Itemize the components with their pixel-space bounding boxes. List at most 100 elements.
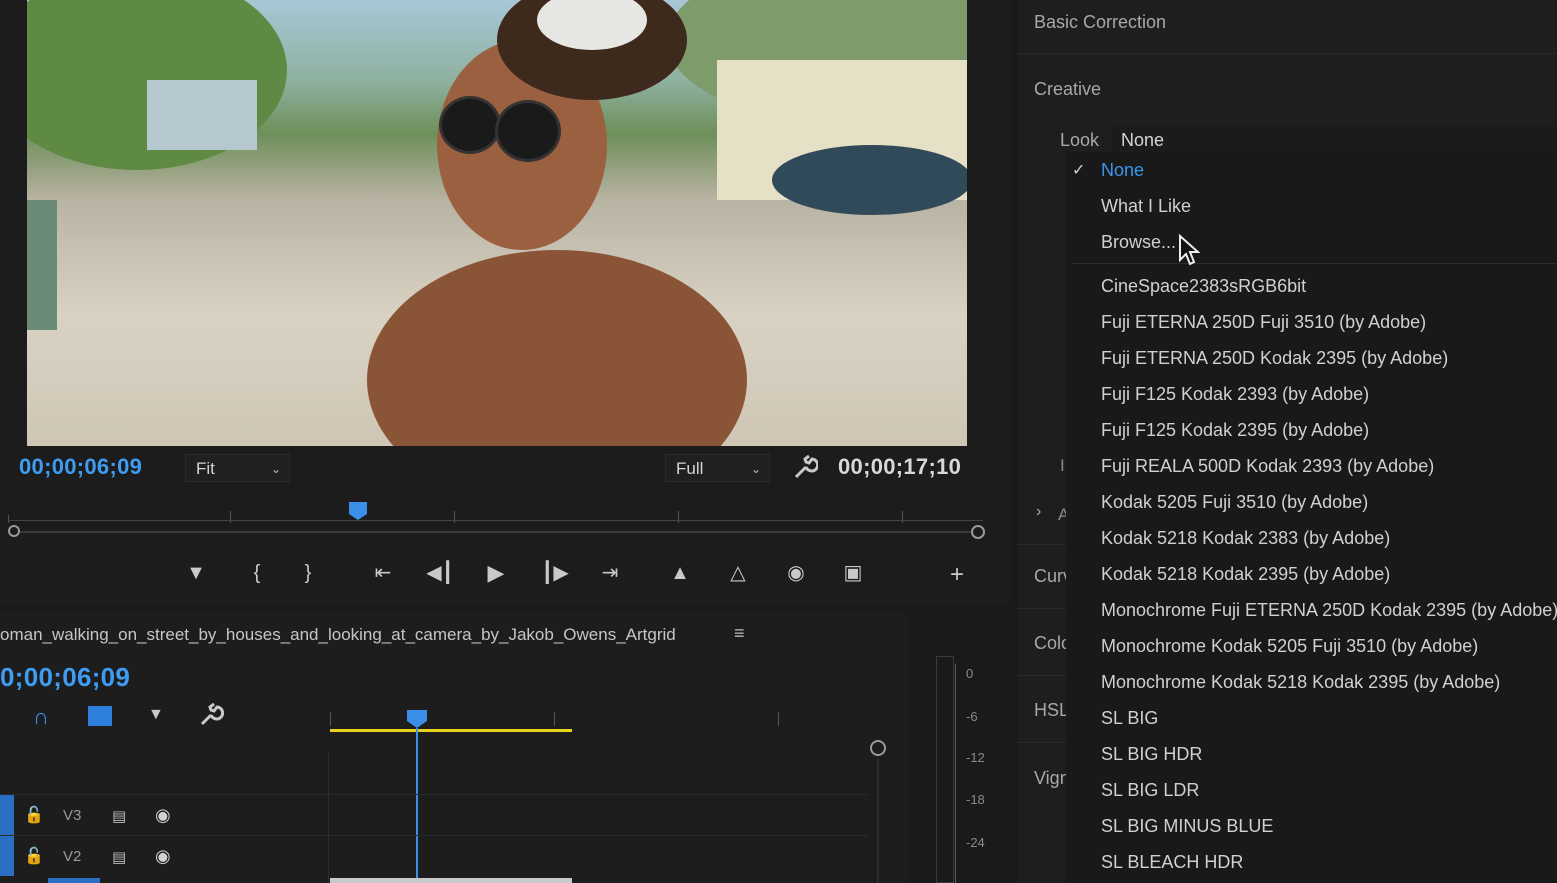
sync-lock-icon[interactable]: ▤: [112, 807, 126, 825]
panel-menu-icon[interactable]: ≡: [734, 623, 745, 644]
checkmark-icon: ✓: [1072, 162, 1086, 179]
sunglasses-left: [439, 96, 501, 154]
basic-correction-header[interactable]: Basic Correction: [1034, 12, 1166, 33]
step-forward-icon[interactable]: ┃▶: [540, 558, 570, 588]
sequence-tab[interactable]: oman_walking_on_street_by_houses_and_loo…: [0, 625, 676, 645]
db-label: 0: [966, 666, 974, 681]
vignette-header[interactable]: Vign: [1034, 768, 1070, 789]
track-label-v3: V3: [63, 807, 82, 824]
chevron-down-icon: ⌄: [270, 462, 281, 476]
timeline-panel: oman_walking_on_street_by_houses_and_loo…: [0, 612, 908, 883]
look-menu-item[interactable]: Kodak 5205 Fuji 3510 (by Adobe): [1101, 492, 1368, 513]
look-menu-item[interactable]: Monochrome Fuji ETERNA 250D Kodak 2395 (…: [1101, 600, 1557, 621]
timeline-settings-wrench-icon[interactable]: [198, 702, 225, 728]
duration-timecode: 00;00;17;10: [838, 454, 962, 479]
look-menu-item[interactable]: Monochrome Kodak 5205 Fuji 3510 (by Adob…: [1101, 636, 1478, 657]
look-label: Look: [1060, 130, 1100, 150]
snap-magnet-icon[interactable]: ∩: [33, 704, 49, 730]
add-marker-icon[interactable]: ▼: [181, 558, 211, 588]
look-menu-item[interactable]: Fuji ETERNA 250D Kodak 2395 (by Adobe): [1101, 348, 1448, 369]
zoom-handle-left[interactable]: [8, 525, 20, 537]
db-label: -24: [966, 835, 985, 850]
creative-header[interactable]: Creative: [1034, 79, 1101, 100]
play-icon[interactable]: ▶: [481, 558, 511, 588]
button-editor-plus-icon[interactable]: +: [942, 560, 972, 590]
look-menu-item[interactable]: Fuji ETERNA 250D Fuji 3510 (by Adobe): [1101, 312, 1426, 333]
db-label: -6: [966, 709, 978, 724]
lift-icon[interactable]: ▲: [665, 558, 695, 588]
look-menu-item[interactable]: None: [1101, 160, 1144, 181]
chevron-right-icon[interactable]: ›: [1036, 503, 1041, 521]
zoom-handle-right[interactable]: [971, 525, 985, 539]
settings-wrench-icon[interactable]: [792, 453, 820, 481]
bin: [27, 200, 57, 330]
lock-icon[interactable]: 🔓: [24, 846, 44, 866]
track-header-divider: [328, 752, 329, 883]
zoom-scrollbar[interactable]: [20, 531, 972, 533]
sync-lock-icon[interactable]: ▤: [112, 848, 126, 866]
look-menu-item[interactable]: SL BIG LDR: [1101, 780, 1199, 801]
video-frame: [27, 0, 967, 446]
mouse-cursor-icon: [1178, 233, 1201, 266]
db-label: -12: [966, 750, 985, 765]
meter-channel: [936, 656, 954, 883]
look-menu-item[interactable]: CineSpace2383sRGB6bit: [1101, 276, 1306, 297]
look-menu-item[interactable]: What I Like: [1101, 196, 1191, 217]
program-monitor: 00;00;06;09 Fit ⌄ Full ⌄ 00;00;17;10 ▼ {…: [0, 0, 1012, 605]
audio-meter: 0 -6 -12 -18 -24: [918, 612, 1010, 883]
export-frame-camera-icon[interactable]: ◉: [781, 558, 811, 588]
mark-in-icon[interactable]: {: [242, 558, 272, 588]
look-dropdown-menu: ✓ None What I Like Browse... CineSpace2383s…: [1066, 152, 1557, 883]
sunglasses-right: [495, 100, 561, 162]
look-menu-item[interactable]: SL BIG: [1101, 708, 1158, 729]
look-menu-item[interactable]: Kodak 5218 Kodak 2395 (by Adobe): [1101, 564, 1390, 585]
step-back-icon[interactable]: ◀┃: [425, 558, 455, 588]
person-shoulder: [367, 250, 747, 446]
track-indicator-bottom: [48, 878, 100, 883]
track-target-indicator[interactable]: [0, 795, 14, 835]
chevron-down-icon: ⌄: [750, 462, 761, 476]
monitor-time-ruler[interactable]: [8, 503, 983, 523]
eye-icon[interactable]: ◉: [155, 805, 171, 826]
current-timecode[interactable]: 00;00;06;09: [19, 454, 142, 480]
db-label: -18: [966, 792, 985, 807]
look-dropdown[interactable]: None: [1112, 126, 1557, 154]
lock-icon[interactable]: 🔓: [24, 805, 44, 825]
look-menu-item[interactable]: Monochrome Kodak 5218 Kodak 2395 (by Ado…: [1101, 672, 1500, 693]
mark-out-icon[interactable]: }: [293, 558, 323, 588]
comparison-view-icon[interactable]: ▣: [838, 558, 868, 588]
track-target-indicator[interactable]: [0, 836, 14, 876]
track-row-v2: 🔓 V2 ▤ ◉: [0, 835, 868, 876]
look-menu-item[interactable]: Kodak 5218 Kodak 2383 (by Adobe): [1101, 528, 1390, 549]
menu-separator: [1072, 263, 1557, 264]
resolution-dropdown-label: Full: [676, 459, 704, 478]
look-menu-item[interactable]: Browse...: [1101, 232, 1176, 253]
work-area-bar[interactable]: [330, 729, 572, 732]
fit-dropdown-label: Fit: [196, 459, 215, 478]
timeline-playhead-handle[interactable]: [406, 709, 428, 729]
partial-label: I: [1060, 456, 1065, 475]
look-menu-item[interactable]: Fuji REALA 500D Kodak 2393 (by Adobe): [1101, 456, 1434, 477]
eye-icon[interactable]: ◉: [155, 846, 171, 867]
look-menu-item[interactable]: Fuji F125 Kodak 2395 (by Adobe): [1101, 420, 1369, 441]
linked-selection-icon[interactable]: [88, 706, 112, 726]
look-menu-item[interactable]: SL BIG MINUS BLUE: [1101, 816, 1273, 837]
playhead-marker[interactable]: [348, 501, 368, 521]
hsl-header[interactable]: HSL: [1034, 700, 1069, 721]
timeline-timecode[interactable]: 0;00;06;09: [0, 662, 130, 693]
fit-dropdown[interactable]: Fit ⌄: [185, 454, 290, 482]
timeline-marker-icon[interactable]: ▼: [148, 706, 164, 724]
vertical-scrollbar[interactable]: [877, 758, 879, 883]
look-menu-item[interactable]: SL BLEACH HDR: [1101, 852, 1243, 873]
meter-scale: [955, 664, 956, 883]
look-menu-item[interactable]: Fuji F125 Kodak 2393 (by Adobe): [1101, 384, 1369, 405]
go-to-in-icon[interactable]: ⇤: [368, 558, 398, 588]
extract-icon[interactable]: △: [723, 558, 753, 588]
clip-top-edge[interactable]: [330, 878, 572, 883]
vertical-zoom-handle[interactable]: [870, 740, 886, 756]
track-row-v3: 🔓 V3 ▤ ◉: [0, 794, 868, 835]
go-to-out-icon[interactable]: ⇥: [595, 558, 625, 588]
look-menu-item[interactable]: SL BIG HDR: [1101, 744, 1202, 765]
resolution-dropdown[interactable]: Full ⌄: [665, 454, 770, 482]
car: [772, 145, 967, 215]
